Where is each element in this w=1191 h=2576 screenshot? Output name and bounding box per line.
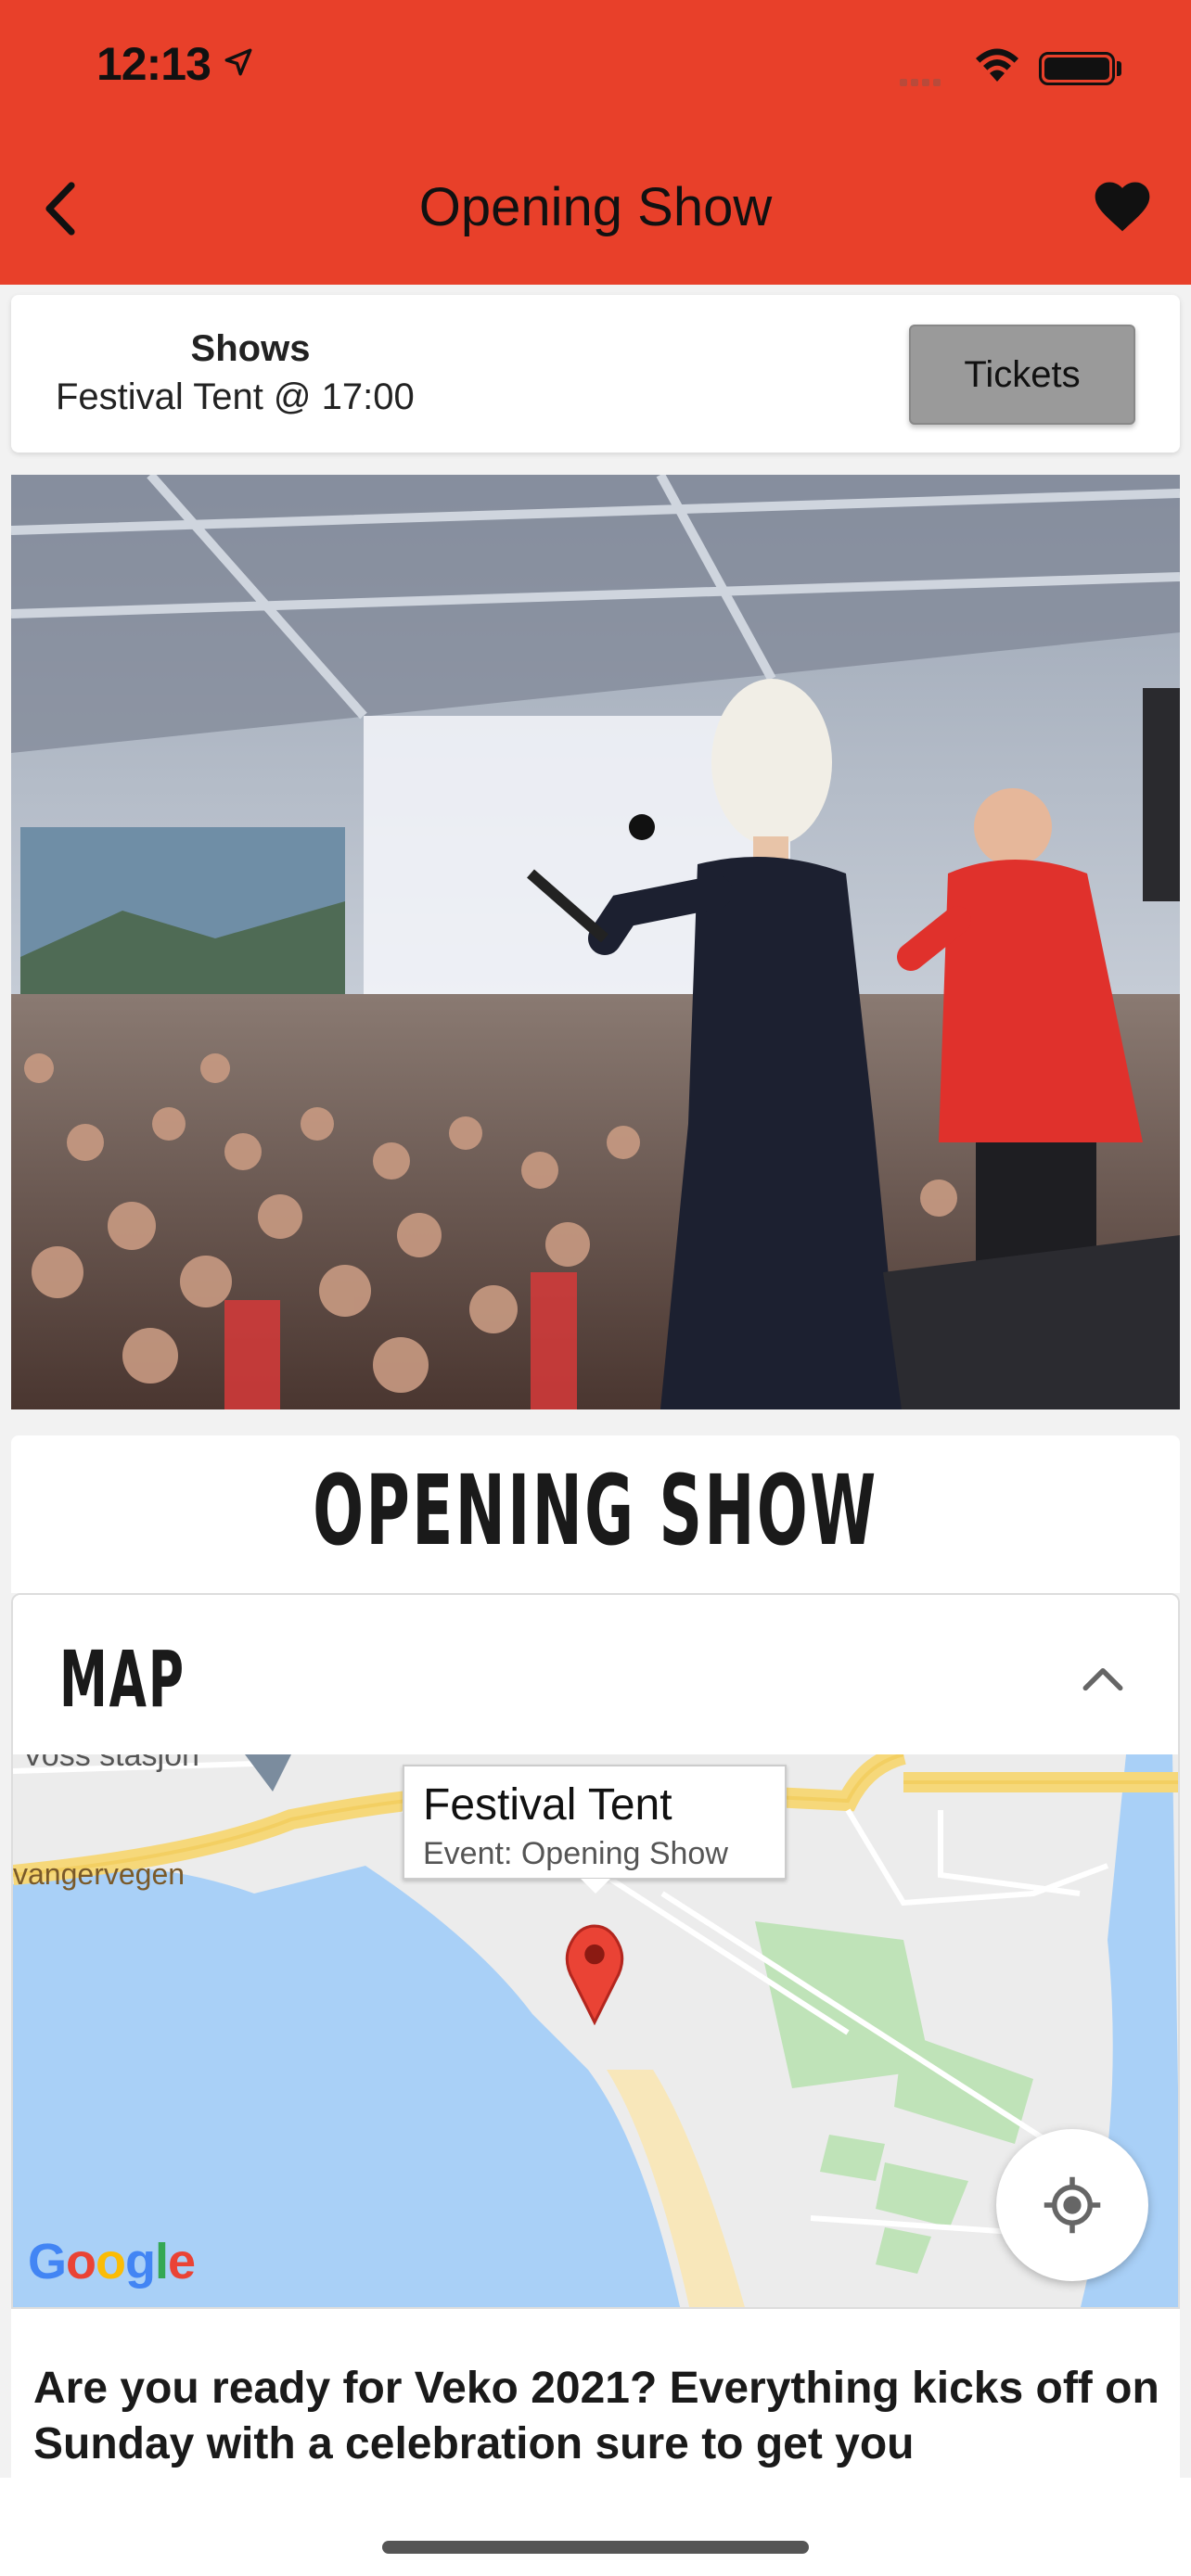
home-indicator[interactable]	[382, 2541, 809, 2554]
map-pin-icon[interactable]	[560, 1923, 629, 2025]
my-location-button[interactable]	[996, 2129, 1148, 2281]
google-logo: Google	[28, 2234, 196, 2289]
app-header: 12:13 Opening Show	[0, 0, 1191, 285]
page-title: Opening Show	[418, 177, 773, 237]
heart-icon[interactable]	[1093, 178, 1152, 237]
map-section-header[interactable]: MAP	[13, 1595, 1178, 1754]
cellular-signal-icon	[900, 74, 944, 91]
street-label-road: vangervegen	[13, 1857, 185, 1891]
my-location-icon	[1044, 2176, 1101, 2234]
bottom-safe-area	[0, 2478, 1191, 2576]
battery-icon	[1039, 52, 1115, 85]
event-venue-time: Festival Tent @ 17:00	[56, 376, 415, 417]
location-arrow-icon	[224, 48, 252, 76]
tickets-button[interactable]: Tickets	[909, 325, 1135, 425]
description-text: Are you ready for Veko 2021? Everything …	[33, 2364, 1159, 2468]
callout-tail	[581, 1879, 610, 1894]
event-category: Shows	[190, 328, 311, 369]
event-photo	[11, 475, 1180, 1409]
street-label-station: Voss stasjon	[22, 1754, 199, 1773]
wifi-icon	[976, 48, 1018, 82]
status-time: 12:13	[96, 38, 211, 90]
callout-title: Festival Tent	[423, 1780, 672, 1830]
event-title: OPENING SHOW	[313, 1454, 878, 1567]
event-description: Are you ready for Veko 2021? Everything …	[11, 2309, 1180, 2478]
chevron-up-icon[interactable]	[1080, 1660, 1126, 1697]
event-title-card: OPENING SHOW	[11, 1435, 1180, 1593]
battery-cap	[1117, 61, 1121, 76]
event-info-card: Shows Festival Tent @ 17:00 Tickets	[11, 295, 1180, 453]
callout-subtitle: Event: Opening Show	[423, 1836, 728, 1871]
map-section-label: MAP	[59, 1634, 186, 1725]
map-marker-callout[interactable]: Festival Tent Event: Opening Show	[403, 1765, 787, 1880]
